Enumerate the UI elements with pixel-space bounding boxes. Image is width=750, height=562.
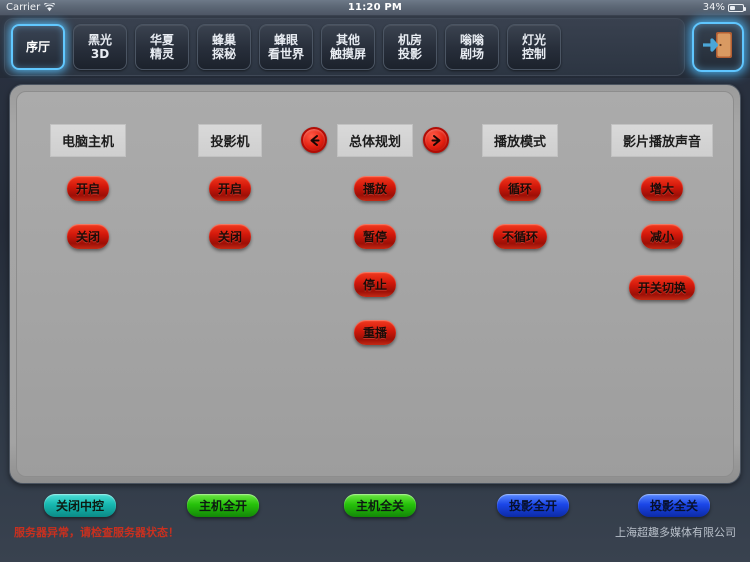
tab-1[interactable]: 黑光 3D	[73, 24, 127, 70]
tab-label-line1: 华夏	[149, 33, 174, 47]
tab-label-line2: 看世界	[267, 47, 304, 61]
tab-label-line1: 嗡嗡	[459, 33, 484, 47]
tab-label-line1: 序厅	[25, 40, 50, 54]
tab-label-line2: 控制	[521, 47, 546, 61]
action-button[interactable]: 不循环	[493, 224, 548, 249]
status-bar-left: Carrier	[6, 2, 56, 13]
action-button[interactable]: 关闭	[66, 224, 109, 249]
control-column-0: 电脑主机 开启 关闭	[17, 123, 159, 272]
main-panel-inner: 电脑主机 开启 关闭 投影机 开启 关闭 总体规划 播放 暂停 停止 重播 播放模式 循环 不循环 影片播放…	[16, 91, 734, 477]
action-button[interactable]: 停止	[354, 272, 397, 297]
action-button[interactable]: 开启	[208, 176, 251, 201]
bottom-button-4[interactable]: 投影全关	[638, 493, 711, 517]
control-column-4: 影片播放声音增大减小开关切换	[591, 123, 733, 326]
tab-label-line1: 蜂巢	[211, 33, 236, 47]
action-button[interactable]: 暂停	[354, 224, 397, 249]
battery-icon	[728, 3, 746, 12]
tab-label-line1: 黑光	[87, 33, 112, 47]
tab-label-line1: 灯光	[521, 33, 546, 47]
column-header: 电脑主机	[49, 123, 126, 157]
exit-button[interactable]	[692, 22, 744, 72]
clock-label: 11:20 PM	[347, 2, 403, 13]
tab-label-line2: 投影	[397, 47, 422, 61]
column-title: 播放模式	[482, 123, 559, 157]
bottom-button-1[interactable]: 主机全开	[187, 493, 260, 517]
control-column-3: 播放模式 循环 不循环	[449, 123, 591, 279]
tab-label-line2: 3D	[90, 47, 110, 61]
server-error-message: 服务器异常，请检查服务器状态！	[14, 526, 179, 539]
column-header: 影片播放声音	[611, 123, 714, 157]
action-button[interactable]: 减小	[641, 224, 684, 249]
bottom-button-bar: 关闭中控 主机全开 主机全关 投影全开 投影全关	[0, 490, 750, 520]
tab-6[interactable]: 机房 投影	[383, 24, 437, 70]
tab-8[interactable]: 灯光 控制	[507, 24, 561, 70]
arrow-left-icon[interactable]	[301, 127, 327, 153]
action-button[interactable]: 重播	[354, 320, 397, 345]
company-label: 上海超趣多媒体有限公司	[615, 526, 736, 539]
action-button[interactable]: 开启	[66, 176, 109, 201]
status-bar-right: 34%	[702, 2, 746, 13]
tab-label-line1: 其他	[335, 33, 360, 47]
column-title: 投影机	[198, 123, 262, 157]
bottom-button-2[interactable]: 主机全关	[344, 493, 417, 517]
tab-label-line2: 精灵	[149, 47, 174, 61]
wifi-icon	[44, 2, 56, 12]
tab-3[interactable]: 蜂巢 探秘	[197, 24, 251, 70]
action-button[interactable]: 播放	[354, 176, 397, 201]
tab-label-line1: 机房	[397, 33, 422, 47]
column-header: 投影机	[198, 123, 262, 157]
column-header: 播放模式	[482, 123, 559, 157]
column-title: 影片播放声音	[611, 123, 714, 157]
tab-group: 序厅 黑光 3D 华夏 精灵 蜂巢 探秘 蜂眼 看世界 其他 触摸屏 机房 投影 嗡嗡 剧场 灯光 控制	[4, 18, 685, 76]
action-button[interactable]: 循环	[499, 176, 542, 201]
tab-bar: 序厅 黑光 3D 华夏 精灵 蜂巢 探秘 蜂眼 看世界 其他 触摸屏 机房 投影 嗡嗡 剧场 灯光 控制	[0, 16, 750, 78]
column-title: 总体规划	[337, 123, 414, 157]
arrow-right-icon[interactable]	[423, 127, 450, 153]
tab-label-line1: 蜂眼	[273, 33, 298, 47]
tab-7[interactable]: 嗡嗡 剧场	[445, 24, 499, 70]
control-column-2: 总体规划播放暂停停止重播	[301, 123, 450, 368]
column-title: 电脑主机	[49, 123, 126, 157]
action-button[interactable]: 开关切换	[629, 275, 696, 300]
tab-label-line2: 剧场	[459, 47, 484, 61]
tab-label-line2: 探秘	[211, 47, 236, 61]
action-button[interactable]: 增大	[641, 176, 684, 201]
tab-label-line2: 触摸屏	[329, 47, 366, 61]
carrier-label: Carrier	[6, 2, 41, 13]
control-columns: 电脑主机 开启 关闭 投影机 开启 关闭 总体规划 播放 暂停 停止 重播 播放模式 循环 不循环 影片播放…	[17, 123, 733, 368]
tab-5[interactable]: 其他 触摸屏	[321, 24, 375, 70]
control-column-1: 投影机 开启 关闭	[159, 123, 301, 272]
tab-2[interactable]: 华夏 精灵	[135, 24, 189, 70]
exit-door-icon	[701, 30, 735, 64]
battery-percent-label: 34%	[702, 2, 725, 13]
tab-4[interactable]: 蜂眼 看世界	[259, 24, 313, 70]
main-panel: 电脑主机 开启 关闭 投影机 开启 关闭 总体规划 播放 暂停 停止 重播 播放模式 循环 不循环 影片播放…	[9, 84, 741, 484]
column-header: 总体规划	[301, 123, 450, 157]
action-button[interactable]: 关闭	[208, 224, 251, 249]
tab-0[interactable]: 序厅	[11, 24, 65, 70]
bottom-button-3[interactable]: 投影全开	[497, 493, 570, 517]
status-bar: Carrier 11:20 PM 34%	[0, 0, 750, 16]
bottom-button-0[interactable]: 关闭中控	[44, 493, 117, 517]
footer: 服务器异常，请检查服务器状态！ 上海超趣多媒体有限公司	[0, 522, 750, 562]
